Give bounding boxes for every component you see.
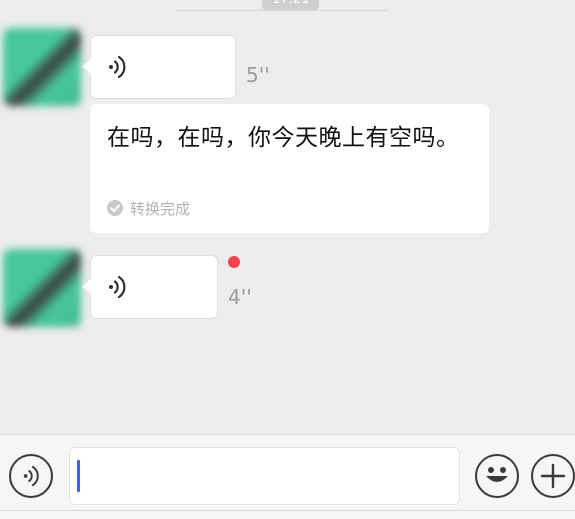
- voice-message-bubble[interactable]: [90, 35, 236, 99]
- transcription-status: 转换完成: [106, 197, 190, 219]
- transcription-status-label: 转换完成: [130, 199, 191, 218]
- transcription-text: 在吗，在吗，你今天晚上有空吗。: [107, 125, 460, 151]
- text-caret: [77, 460, 80, 492]
- message-time: 17:21: [262, 0, 320, 10]
- voice-duration: 5'': [246, 63, 270, 87]
- emoji-icon: [486, 467, 508, 482]
- voice-message-bubble[interactable]: [90, 255, 218, 319]
- chat-input-bar: [0, 434, 575, 519]
- voice-input-button[interactable]: [9, 454, 53, 498]
- bottom-divider: [0, 510, 575, 511]
- check-circle-icon: [107, 200, 123, 216]
- voice-duration: 4'': [228, 285, 252, 309]
- more-button[interactable]: [531, 454, 575, 498]
- plus-icon: [540, 463, 566, 489]
- voice-wave-icon: [109, 275, 126, 299]
- unread-dot: [228, 256, 240, 268]
- avatar[interactable]: [3, 28, 81, 106]
- voice-transcription-card[interactable]: 在吗，在吗，你今天晚上有空吗。 转换完成: [90, 104, 489, 233]
- voice-icon: [23, 465, 39, 487]
- time-divider: [176, 10, 388, 11]
- voice-wave-icon: [109, 55, 126, 79]
- emoji-button[interactable]: [475, 454, 519, 498]
- message-input[interactable]: [69, 447, 460, 505]
- avatar[interactable]: [3, 249, 81, 327]
